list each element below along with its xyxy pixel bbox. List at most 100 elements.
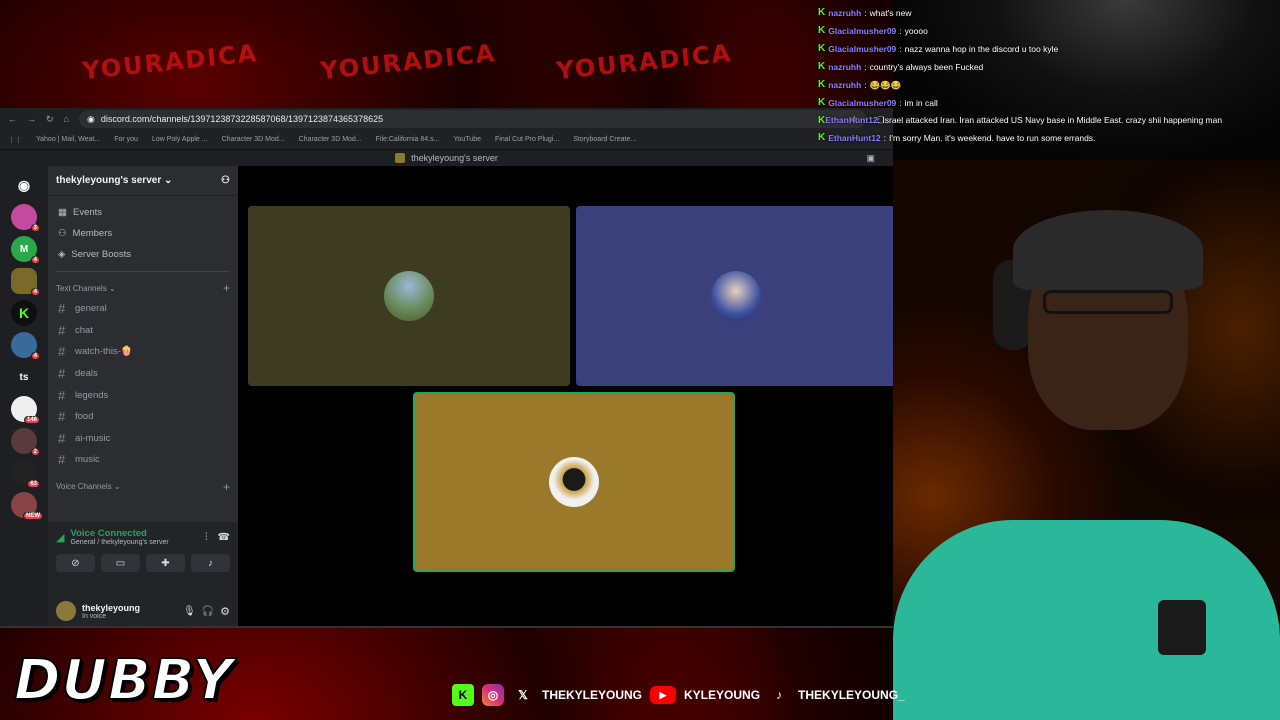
bookmark-item[interactable]: Low Poly Apple ... xyxy=(152,136,208,143)
url-text: discord.com/channels/1397123873228587068… xyxy=(100,114,384,124)
user-status: In voice xyxy=(82,612,107,620)
bookmark-item[interactable]: File:California 84.s... xyxy=(376,136,440,143)
channel-label: food xyxy=(75,411,94,423)
channel-label: ai-music xyxy=(75,432,111,444)
discord-home-icon[interactable]: ◉ xyxy=(11,172,37,198)
channel-general[interactable]: # general xyxy=(48,298,238,320)
channel-chat[interactable]: # chat xyxy=(48,320,238,342)
user-avatar[interactable] xyxy=(56,601,76,621)
members-icon: ⚇ xyxy=(58,228,67,239)
participant-tile[interactable] xyxy=(576,206,893,386)
bookmark-item[interactable]: For you xyxy=(114,136,138,143)
participant-tile[interactable] xyxy=(248,206,570,386)
site-info-icon[interactable]: ◉ xyxy=(87,114,95,125)
voice-channel-name[interactable]: General / thekyleyoung's server xyxy=(70,539,168,546)
nav-events[interactable]: ▦ Events xyxy=(48,202,238,223)
server-icon-4[interactable]: K xyxy=(11,300,37,326)
hash-icon: # xyxy=(58,452,66,468)
server-icon-5[interactable]: 4 xyxy=(11,332,40,360)
server-icon-7[interactable]: 146 xyxy=(11,396,40,424)
server-label: M xyxy=(19,243,29,255)
chevron-down-icon: ⌄ xyxy=(113,482,121,492)
chat-username: Glacialmusher09 xyxy=(828,26,897,36)
back-icon[interactable]: ← xyxy=(8,114,17,124)
add-channel-icon[interactable]: + xyxy=(223,480,230,494)
kick-icon: K xyxy=(452,684,474,706)
nav-members[interactable]: ⚇ Members xyxy=(48,223,238,244)
voice-status-title[interactable]: Voice Connected xyxy=(70,528,168,539)
server-icon-10[interactable]: NEW xyxy=(11,492,43,520)
hash-icon: # xyxy=(58,301,66,317)
user-panel: thekyleyoung In voice 🎙 🎧 ⚙ xyxy=(48,594,238,626)
channel-label: legends xyxy=(75,389,109,401)
channel-deals[interactable]: # deals xyxy=(48,363,238,385)
disconnect-icon[interactable]: ☎ xyxy=(218,532,230,543)
server-label: K xyxy=(18,305,30,321)
kick-icon: K xyxy=(818,97,826,108)
tiktok-icon: ♪ xyxy=(776,688,783,702)
camera-off-button[interactable]: ⊘ xyxy=(56,554,95,572)
channel-ai-music[interactable]: # ai-music xyxy=(48,428,238,450)
bookmark-item[interactable]: Storyboard Create... xyxy=(573,136,636,143)
inbox-icon[interactable]: ▣ xyxy=(866,153,875,164)
home-icon[interactable]: ⌂ xyxy=(64,114,69,124)
url-bar-row: ← → ↻ ⌂ ◉ discord.com/channels/139712387… xyxy=(0,108,893,130)
bookmark-item[interactable]: Yahoo | Mail, Weat... xyxy=(36,136,100,143)
kick-icon: K xyxy=(818,43,826,54)
invite-user-icon[interactable]: ⚇ xyxy=(221,175,230,186)
channel-legends[interactable]: # legends xyxy=(48,384,238,406)
kick-icon: K xyxy=(818,25,826,36)
channel-food[interactable]: # food xyxy=(48,406,238,428)
chat-message: Knazruhh: country's always been Fucked xyxy=(818,58,1280,76)
mic-icon[interactable]: 🎙 xyxy=(183,606,196,617)
channel-watch-this[interactable]: # watch-this-🍿 xyxy=(48,341,238,363)
server-icon xyxy=(395,153,406,163)
nav-label: Members xyxy=(72,228,113,239)
screen-share-button[interactable]: ▭ xyxy=(101,554,140,572)
apps-grid-icon[interactable]: ⋮⋮ xyxy=(8,136,22,144)
voice-stage xyxy=(238,166,893,626)
reload-icon[interactable]: ↻ xyxy=(46,114,54,125)
bookmark-item[interactable]: Character 3D Mod... xyxy=(222,136,285,143)
chat-message: K Glacialmusher09: nazz wanna hop in the d… xyxy=(818,40,1280,58)
channel-music[interactable]: # music xyxy=(48,449,238,471)
participant-tile-speaking[interactable] xyxy=(413,392,735,572)
text-channels-category[interactable]: Text Channels ⌄ + xyxy=(48,278,238,298)
server-icon-1[interactable]: 3 xyxy=(11,204,40,232)
hash-icon: # xyxy=(58,322,66,338)
calendar-icon: ▦ xyxy=(58,207,67,218)
server-icon-8[interactable]: 2 xyxy=(11,428,40,456)
x-icon: 𝕏 xyxy=(518,688,528,702)
headphones-icon[interactable]: 🎧 xyxy=(202,606,214,617)
server-icon-9[interactable]: 63 xyxy=(11,460,40,488)
user-name[interactable]: thekyleyoung xyxy=(82,603,177,613)
activities-icon: ✚ xyxy=(161,557,170,569)
voice-channels-category[interactable]: Voice Channels ⌄ + xyxy=(48,477,238,497)
chat-text: yoooo xyxy=(904,26,928,36)
mention-badge: 4 xyxy=(30,288,40,296)
add-channel-icon[interactable]: + xyxy=(223,281,230,295)
bookmark-item[interactable]: Character 3D Mod... xyxy=(299,136,362,143)
address-bar[interactable]: ◉ discord.com/channels/13971238732285870… xyxy=(78,110,867,128)
activities-button[interactable]: ✚ xyxy=(146,554,185,572)
noise-suppression-icon[interactable]: ⫶ xyxy=(205,532,208,543)
nav-server-boosts[interactable]: ◈ Server Boosts xyxy=(48,244,238,265)
lapel-mic xyxy=(1158,600,1206,655)
gear-icon[interactable]: ⚙ xyxy=(220,605,230,618)
forward-icon[interactable]: → xyxy=(27,114,36,124)
server-icon-6[interactable]: ts xyxy=(11,364,37,390)
server-icon-2[interactable]: M4 xyxy=(11,236,40,264)
server-label: ts xyxy=(19,371,29,383)
bookmark-item[interactable]: YouTube xyxy=(453,136,481,143)
bookmark-item[interactable]: Final Cut Pro Plugi... xyxy=(495,136,559,143)
server-icon-3[interactable]: 4 xyxy=(11,268,40,296)
server-header[interactable]: thekyleyoung's server ⌄ ⚇ xyxy=(48,166,238,196)
kick-icon: K xyxy=(818,132,826,143)
chevron-down-icon: ⌄ xyxy=(164,175,173,186)
nav-label: Server Boosts xyxy=(71,249,131,260)
participant-avatar xyxy=(711,271,761,321)
soundboard-button[interactable]: ♪ xyxy=(191,554,230,572)
hash-icon: # xyxy=(58,387,66,403)
chat-username: EthanHunt12 xyxy=(825,115,878,125)
chat-message: Knazruhh: 😂😂😂 xyxy=(818,76,1280,94)
